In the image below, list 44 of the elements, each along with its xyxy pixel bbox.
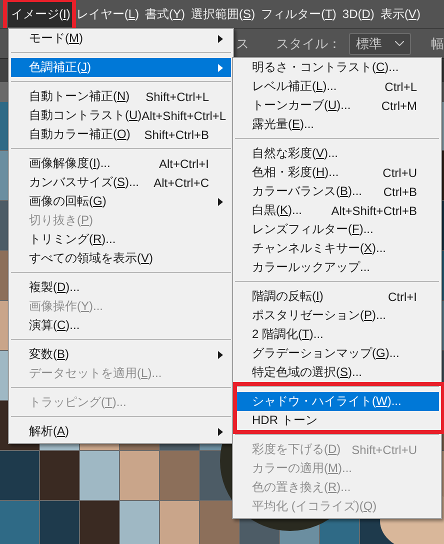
chevron-down-icon (394, 41, 404, 46)
menu-item[interactable]: HDR トーン (235, 411, 439, 430)
menu-bar-item[interactable]: 3D(D) (339, 3, 378, 25)
menu-item[interactable]: 自動コントラスト(U)Alt+Shift+Ctrl+L (11, 106, 231, 125)
menu-item[interactable]: 変数(B) (11, 345, 231, 364)
menu-item[interactable]: 特定色域の選択(S)... (235, 363, 439, 382)
menu-item[interactable]: 複製(D)... (11, 278, 231, 297)
menu-item[interactable]: シャドウ・ハイライト(W)... (235, 392, 439, 411)
menu-item[interactable]: 画像の回転(G) (11, 192, 231, 211)
width-label: 幅 (431, 34, 444, 52)
menu-bar-item[interactable]: イメージ(I) (8, 2, 74, 26)
menu-item[interactable]: チャンネルミキサー(X)... (235, 239, 439, 258)
menu-item[interactable]: 解析(A) (11, 422, 231, 441)
menu-bar-item[interactable]: レイヤー(L) (73, 2, 142, 26)
menu-item[interactable]: 画像解像度(I)... Alt+Ctrl+I (11, 154, 231, 173)
menu-item[interactable]: カラーバランス(B)... Ctrl+B (235, 182, 439, 201)
menu-item[interactable]: 明るさ・コントラスト(C)... (235, 58, 439, 77)
menu-item[interactable]: トーンカーブ(U)... Ctrl+M (235, 96, 439, 115)
menu-bar-item[interactable]: 選択範囲(S) (188, 2, 258, 26)
menu-item[interactable]: 自動カラー補正(O) Shift+Ctrl+B (11, 125, 231, 144)
menu-item[interactable]: 色相・彩度(H)... Ctrl+U (235, 163, 439, 182)
menu-item[interactable]: すべての領域を表示(V) (11, 249, 231, 268)
menu-item[interactable]: レベル補正(L)... Ctrl+L (235, 77, 439, 96)
menu-bar-item[interactable]: 書式(Y) (142, 2, 188, 26)
menu-item[interactable]: 自然な彩度(V)... (235, 144, 439, 163)
menu-item[interactable]: トリミング(R)... (11, 230, 231, 249)
menu-item[interactable]: 自動トーン補正(N) Shift+Ctrl+L (11, 87, 231, 106)
menu-item[interactable]: カンバスサイズ(S)... Alt+Ctrl+C (11, 173, 231, 192)
menu-item[interactable]: 露光量(E)... (235, 115, 439, 134)
menu-item[interactable]: モード(M) (11, 29, 231, 48)
option-label: ス (236, 34, 249, 52)
menu-item[interactable]: グラデーションマップ(G)... (235, 344, 439, 363)
menu-item[interactable]: 演算(C)... (11, 316, 231, 335)
menu-bar-item[interactable]: フィルター(T) (258, 2, 340, 26)
menu-bar-item[interactable]: 表示(V) (377, 2, 424, 26)
menu-item[interactable]: レンズフィルター(F)... (235, 220, 439, 239)
menu-item[interactable]: カラールックアップ... (235, 258, 439, 277)
menu-item[interactable]: 2 階調化(T)... (235, 325, 439, 344)
menu-item[interactable]: 白黒(K)... Alt+Shift+Ctrl+B (235, 201, 439, 220)
style-label: スタイル： (276, 34, 341, 52)
menu-item[interactable]: ポスタリゼーション(P)... (235, 306, 439, 325)
menu-item[interactable]: 階調の反転(I) Ctrl+I (235, 287, 439, 306)
menu-item[interactable]: 色調補正(J) (11, 58, 231, 77)
style-dropdown[interactable]: 標準 (348, 32, 411, 54)
